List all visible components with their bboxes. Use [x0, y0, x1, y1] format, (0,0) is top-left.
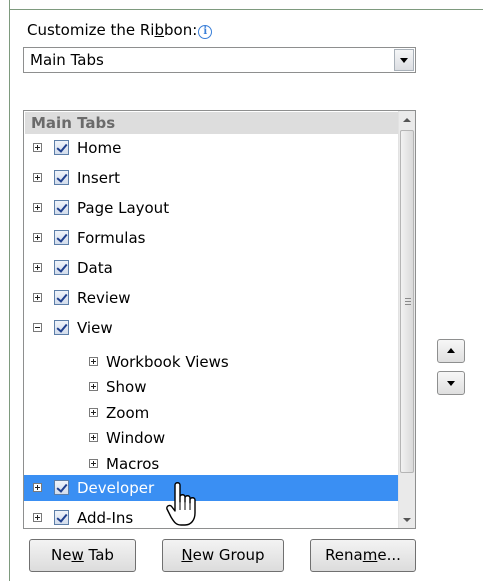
tree-group-show[interactable]: Show [24, 374, 398, 400]
vertical-scrollbar[interactable] [398, 111, 415, 528]
expand-icon[interactable] [33, 203, 42, 212]
info-icon[interactable]: i [198, 25, 213, 39]
tree-item-developer[interactable]: Developer [24, 475, 398, 501]
tree-item-insert[interactable]: Insert [24, 165, 398, 191]
expand-icon[interactable] [33, 483, 42, 492]
tree-item-add-ins[interactable]: Add-Ins [24, 505, 398, 528]
new-tab-button[interactable]: New Tab [29, 539, 136, 572]
expand-icon[interactable] [33, 513, 42, 522]
expand-icon[interactable] [89, 382, 98, 391]
ribbon-tabs-dropdown[interactable]: Main Tabs [23, 47, 416, 73]
hand-pointer-icon [166, 482, 196, 526]
customize-ribbon-heading: Customize the Ribbon: i [27, 20, 213, 40]
move-down-button[interactable] [437, 371, 465, 395]
tree-item-formulas[interactable]: Formulas [24, 225, 398, 251]
expand-icon[interactable] [89, 408, 98, 417]
checkbox-insert[interactable] [54, 170, 69, 185]
scroll-up-icon[interactable] [399, 111, 415, 128]
dialog-frame-top [9, 9, 483, 10]
checkbox-review[interactable] [54, 290, 69, 305]
checkbox-view[interactable] [54, 320, 69, 335]
tree-item-page-layout[interactable]: Page Layout [24, 195, 398, 221]
ribbon-tree[interactable]: Main Tabs Home Insert Page Layout Formul… [23, 110, 416, 529]
tree-item-home[interactable]: Home [24, 135, 398, 161]
expand-icon[interactable] [33, 263, 42, 272]
expand-icon[interactable] [89, 433, 98, 442]
expand-icon[interactable] [89, 357, 98, 366]
tree-item-review[interactable]: Review [24, 285, 398, 311]
checkbox-page-layout[interactable] [54, 200, 69, 215]
checkbox-formulas[interactable] [54, 230, 69, 245]
rename-button[interactable]: Rename... [310, 539, 416, 572]
new-group-button[interactable]: New Group [162, 539, 284, 572]
tree-item-view[interactable]: View [24, 315, 398, 341]
expand-icon[interactable] [89, 459, 98, 468]
tree-group-macros[interactable]: Macros [24, 451, 398, 477]
dropdown-value: Main Tabs [30, 51, 104, 69]
expand-icon[interactable] [33, 293, 42, 302]
expand-icon[interactable] [33, 233, 42, 242]
expand-icon[interactable] [33, 173, 42, 182]
dialog-frame-left [9, 0, 10, 581]
tree-group-window[interactable]: Window [24, 425, 398, 451]
scroll-down-icon[interactable] [399, 511, 415, 528]
checkbox-home[interactable] [54, 140, 69, 155]
tree-group-zoom[interactable]: Zoom [24, 400, 398, 426]
expand-icon[interactable] [33, 143, 42, 152]
move-up-button[interactable] [437, 339, 465, 363]
scroll-thumb[interactable] [400, 130, 414, 473]
checkbox-developer[interactable] [54, 480, 69, 495]
tree-item-data[interactable]: Data [24, 255, 398, 281]
collapse-icon[interactable] [33, 323, 42, 332]
checkbox-add-ins[interactable] [54, 510, 69, 525]
tree-group-workbook-views[interactable]: Workbook Views [24, 349, 398, 375]
checkbox-data[interactable] [54, 260, 69, 275]
tree-header: Main Tabs [25, 112, 398, 134]
chevron-down-icon[interactable] [394, 49, 414, 71]
